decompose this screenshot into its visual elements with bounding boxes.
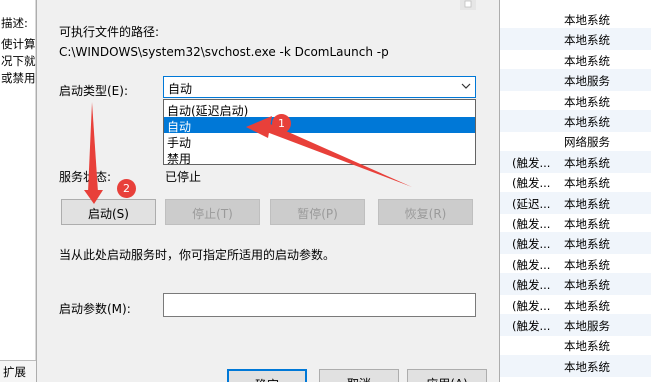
- list-item-startup: (触发...: [512, 237, 551, 252]
- startup-type-dropdown: 自动(延迟启动) 自动 手动 禁用: [163, 99, 476, 166]
- list-item-startup: (延迟...: [512, 196, 551, 211]
- list-item-startup: (触发...: [512, 278, 551, 293]
- start-params-input[interactable]: [163, 293, 476, 317]
- list-item-logon: 本地系统: [564, 115, 610, 129]
- list-item-startup: (触发...: [512, 176, 551, 191]
- ok-button[interactable]: 确定: [227, 369, 307, 382]
- background-services-list: 本地系统 本地系统 本地系统 本地服务 本地系统 本地系统 网络服务 (触发... 本地系统 (触…: [500, 0, 651, 382]
- scroll-up-icon: [460, 0, 476, 10]
- list-item-logon: 本地服务: [564, 74, 610, 89]
- list-item[interactable]: (触发... 本地系统: [500, 171, 651, 193]
- list-item-logon: 本地系统: [564, 13, 610, 27]
- resume-button[interactable]: 恢复(R): [378, 199, 473, 225]
- stop-button[interactable]: 停止(T): [165, 199, 260, 225]
- list-item-logon: 本地系统: [564, 196, 610, 211]
- pause-button[interactable]: 暂停(P): [270, 199, 365, 225]
- step-badge-1: 1: [272, 114, 291, 133]
- list-item[interactable]: 本地服务: [500, 69, 651, 92]
- list-item-logon: 本地系统: [564, 33, 610, 48]
- list-item[interactable]: (触发... 本地系统: [500, 150, 651, 173]
- list-item-logon: 本地系统: [564, 217, 610, 231]
- list-item-logon: 本地系统: [564, 53, 610, 68]
- list-item-logon: 本地系统: [564, 298, 610, 313]
- left-panel-line: 使计算: [1, 37, 36, 51]
- list-item-logon: 本地系统: [564, 339, 610, 354]
- service-status-value: 已停止: [165, 170, 202, 184]
- executable-path-label: 可执行文件的路径:: [59, 25, 160, 39]
- list-item-startup: (触发...: [512, 155, 551, 170]
- left-panel-line: 或禁用: [1, 71, 36, 85]
- list-item[interactable]: (触发... 本地系统: [500, 232, 651, 255]
- startup-type-value: 自动: [168, 82, 193, 96]
- list-item[interactable]: 本地系统: [500, 90, 651, 112]
- list-item[interactable]: (触发... 本地系统: [500, 294, 651, 316]
- left-panel-line: 描述:: [1, 16, 28, 30]
- startup-type-select[interactable]: 自动: [163, 76, 476, 98]
- step-badge-2: 2: [117, 179, 136, 198]
- list-item-startup: (触发...: [512, 298, 551, 313]
- chevron-down-icon: [461, 83, 471, 89]
- apply-button[interactable]: 应用(A): [407, 369, 487, 382]
- startup-option-auto[interactable]: 自动: [164, 117, 475, 134]
- list-item[interactable]: 本地系统: [500, 49, 651, 71]
- list-item[interactable]: (触发... 本地服务: [500, 314, 651, 336]
- startup-option-auto-delayed[interactable]: 自动(延迟启动): [164, 101, 475, 118]
- start-params-hint: 当从此处启动服务时，你可指定所适用的启动参数。: [59, 248, 336, 262]
- list-item-logon: 本地系统: [564, 155, 610, 170]
- list-item[interactable]: 本地系统: [500, 110, 651, 132]
- cancel-button[interactable]: 取消: [319, 369, 399, 382]
- startup-type-label: 启动类型(E):: [59, 84, 128, 98]
- list-item-startup: (触发...: [512, 217, 551, 231]
- startup-option-disabled[interactable]: 禁用: [164, 149, 475, 166]
- executable-path-value: C:\WINDOWS\system32\svchost.exe -k DcomL…: [59, 45, 389, 59]
- background-left-panel: 描述: 使计算 况下就 或禁用: [0, 0, 36, 382]
- list-item-logon: 本地系统: [564, 359, 610, 374]
- list-item[interactable]: 网络服务: [500, 130, 651, 152]
- start-params-label: 启动参数(M):: [59, 302, 131, 316]
- list-item[interactable]: 本地系统: [500, 28, 651, 51]
- list-item[interactable]: 本地系统: [500, 334, 651, 356]
- left-panel-line: 况下就: [1, 54, 36, 68]
- startup-option-manual[interactable]: 手动: [164, 133, 475, 150]
- service-status-label: 服务状态:: [59, 170, 112, 184]
- list-item[interactable]: 本地系统: [500, 354, 651, 377]
- list-item[interactable]: (触发... 本地系统: [500, 273, 651, 296]
- list-item-startup: (触发...: [512, 257, 551, 272]
- list-item-logon: 本地系统: [564, 257, 610, 272]
- list-item-startup: (触发...: [512, 319, 551, 333]
- list-item[interactable]: 本地系统: [500, 8, 651, 30]
- list-item-logon: 本地系统: [564, 237, 610, 252]
- list-item[interactable]: (触发... 本地系统: [500, 212, 651, 234]
- list-item[interactable]: (延迟... 本地系统: [500, 191, 651, 214]
- service-properties-dialog: 可执行文件的路径: C:\WINDOWS\system32\svchost.ex…: [36, 0, 500, 382]
- list-item-logon: 网络服务: [564, 135, 610, 150]
- list-item-logon: 本地服务: [564, 319, 610, 333]
- list-item-logon: 本地系统: [564, 278, 610, 293]
- start-button[interactable]: 启动(S): [61, 199, 156, 225]
- list-item-logon: 本地系统: [564, 94, 610, 109]
- list-item[interactable]: (触发... 本地系统: [500, 253, 651, 275]
- list-item-logon: 本地系统: [564, 176, 610, 191]
